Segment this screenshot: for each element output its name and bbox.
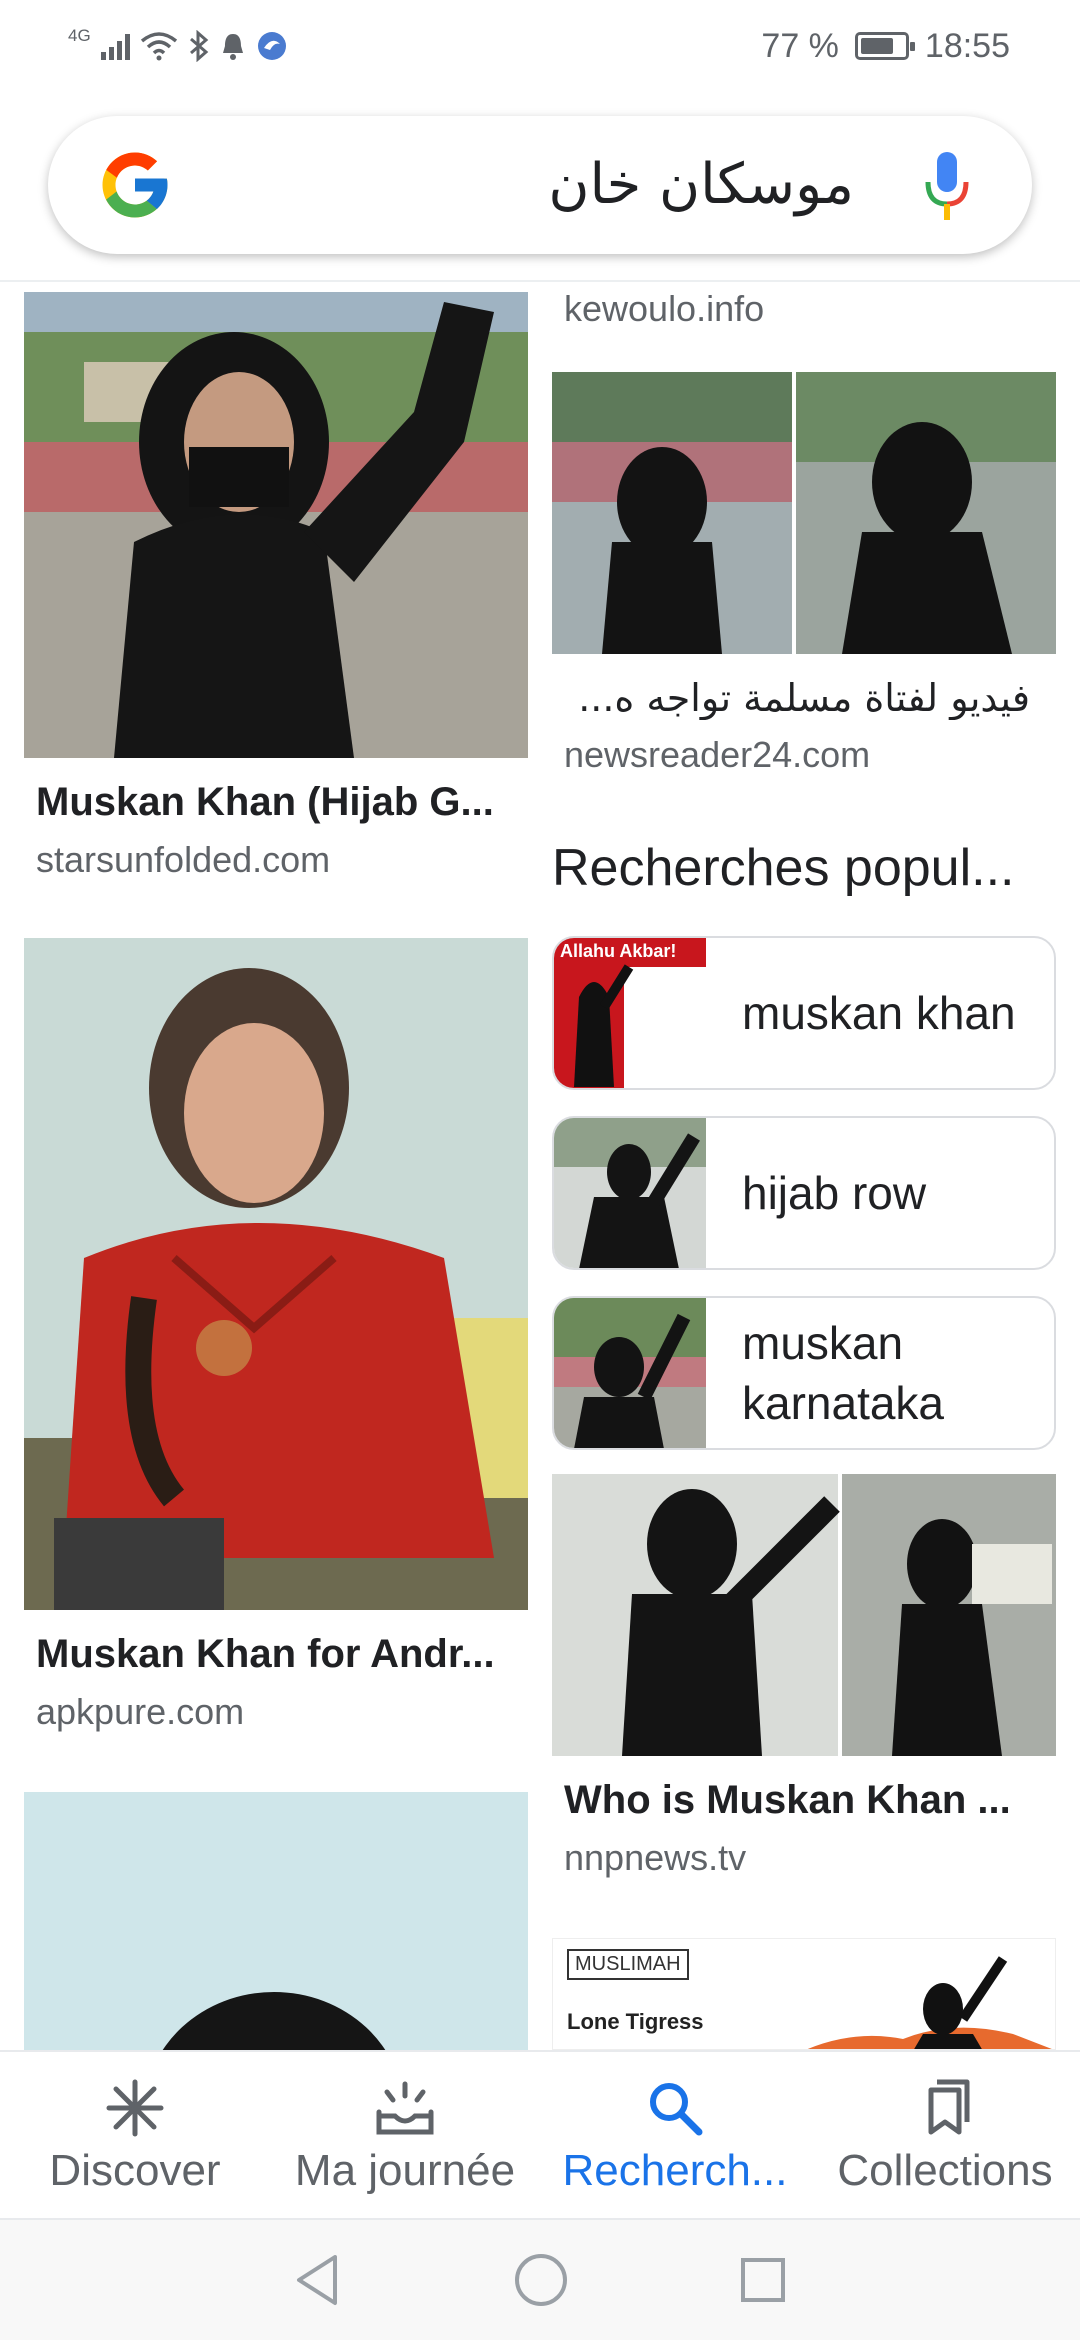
tab-label: Discover — [49, 2146, 221, 2195]
popular-search-thumbnail — [554, 1298, 706, 1448]
result-source[interactable]: apkpure.com — [24, 1691, 528, 1733]
result-image[interactable] — [552, 1474, 1056, 1756]
search-header: موسكان خان — [0, 92, 1080, 282]
tab-label: Collections — [837, 2146, 1053, 2195]
home-icon[interactable] — [513, 2252, 569, 2308]
bottom-navigation: Discover Ma journée Recherch... Collecti… — [0, 2050, 1080, 2218]
battery-level — [860, 38, 894, 54]
popular-search-label[interactable]: hijab row — [706, 1163, 1046, 1223]
clock: 18:55 — [924, 26, 1010, 65]
popular-search-label[interactable]: muskan karnataka — [706, 1313, 1046, 1433]
bookmarks-icon — [928, 2079, 970, 2135]
popular-search-label[interactable]: muskan khan — [706, 983, 1046, 1043]
popular-search-item[interactable]: Allahu Akbar! muskan khan — [552, 936, 1056, 1090]
result-title[interactable]: Muskan Khan for Andr... — [24, 1632, 514, 1677]
signal-icon — [100, 32, 130, 60]
tab-label: Ma journée — [294, 2146, 516, 2195]
recents-icon[interactable] — [739, 2256, 787, 2304]
app-notification-icon — [257, 32, 286, 60]
battery-percent: 77 % — [761, 26, 839, 65]
result-card[interactable] — [24, 1792, 528, 2050]
popular-search-item[interactable]: muskan karnataka — [552, 1296, 1056, 1450]
tab-search[interactable]: Recherch... — [540, 2052, 810, 2218]
image-results: Muskan Khan (Hijab G... starsunfolded.co… — [0, 282, 1080, 2050]
mic-icon[interactable] — [922, 150, 972, 224]
result-card[interactable]: فيديو لفتاة مسلمة تواجه ه... newsreader2… — [552, 372, 1056, 776]
popular-search-item[interactable]: hijab row — [552, 1116, 1056, 1270]
battery-icon — [854, 32, 915, 60]
result-card[interactable]: Muskan Khan for Andr... apkpure.com — [24, 938, 528, 1733]
back-icon[interactable] — [293, 2253, 343, 2307]
tab-my-day[interactable]: Ma journée — [270, 2052, 540, 2218]
search-query[interactable]: موسكان خان — [548, 146, 854, 224]
bluetooth-icon — [189, 30, 208, 62]
popular-search-thumbnail — [554, 1118, 706, 1268]
result-image[interactable] — [24, 938, 528, 1610]
result-image[interactable] — [552, 372, 1056, 654]
popular-search-thumbnail: Allahu Akbar! — [554, 938, 706, 1088]
result-title[interactable]: Muskan Khan (Hijab G... — [24, 780, 514, 825]
tab-discover[interactable]: Discover — [0, 2052, 270, 2218]
status-icons-right: 77 % 18:55 — [761, 27, 1010, 66]
wifi-icon — [140, 32, 177, 61]
result-image[interactable]: MUSLIMAH Lone Tigress — [552, 1938, 1056, 2050]
result-title[interactable]: Who is Muskan Khan ... — [552, 1778, 1042, 1823]
bell-icon — [222, 34, 243, 60]
result-source[interactable]: nnpnews.tv — [552, 1837, 1056, 1879]
result-source[interactable]: starsunfolded.com — [24, 839, 528, 881]
tab-label: Recherch... — [562, 2146, 788, 2195]
system-navigation-bar — [0, 2218, 1080, 2340]
status-bar: 4G 77 % 18:55 — [0, 0, 1080, 92]
result-source[interactable]: newsreader24.com — [552, 734, 1056, 776]
inbox-sun-icon — [376, 2081, 434, 2135]
asterisk-icon — [106, 2079, 164, 2137]
result-card[interactable]: Who is Muskan Khan ... nnpnews.tv — [552, 1474, 1056, 1879]
status-icons-left: 4G — [68, 26, 288, 62]
google-logo-icon[interactable] — [96, 146, 174, 224]
result-source[interactable]: kewoulo.info — [552, 288, 764, 330]
result-title[interactable]: فيديو لفتاة مسلمة تواجه ه... — [552, 676, 1042, 720]
popular-searches-heading: Recherches popul... — [552, 839, 1015, 897]
search-icon — [650, 2083, 703, 2136]
result-card[interactable]: Muskan Khan (Hijab G... starsunfolded.co… — [24, 292, 528, 881]
result-image[interactable] — [24, 292, 528, 758]
network-type: 4G — [68, 26, 91, 45]
thumbnail-caption: Allahu Akbar! — [560, 941, 677, 961]
search-bar[interactable]: موسكان خان — [48, 116, 1032, 254]
result-image[interactable] — [24, 1792, 528, 2050]
tab-collections[interactable]: Collections — [810, 2052, 1080, 2218]
result-card[interactable]: MUSLIMAH Lone Tigress — [552, 1938, 1056, 2050]
